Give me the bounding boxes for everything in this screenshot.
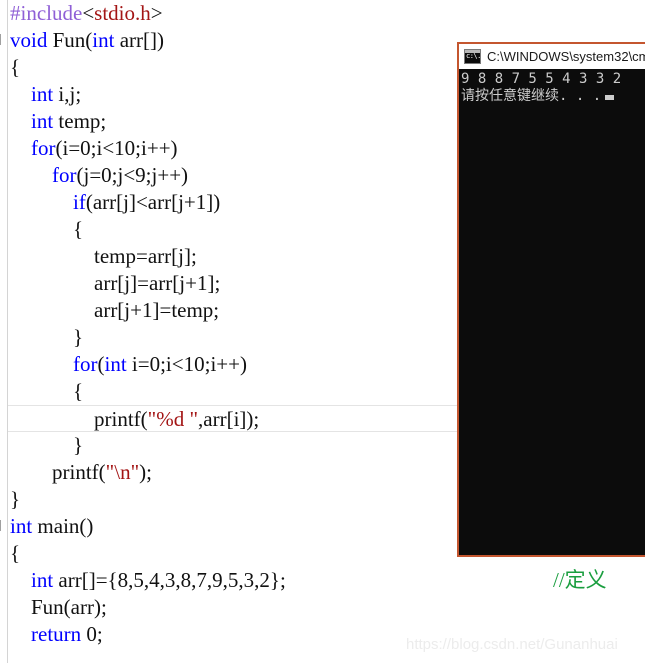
code-token-str: "%d " xyxy=(147,407,199,431)
code-line[interactable]: return 0; xyxy=(0,621,645,648)
code-token-pln: } xyxy=(10,487,21,511)
code-token-kw: for xyxy=(10,163,77,187)
code-token-pln: Fun(arr); xyxy=(10,595,107,619)
code-token-pln: { xyxy=(10,541,21,565)
console-output-line: 9 8 8 7 5 5 4 3 3 2 xyxy=(461,71,645,88)
code-token-pln: < xyxy=(82,1,95,25)
code-token-pln: arr[]) xyxy=(114,28,164,52)
console-output-line: 请按任意键继续. . . xyxy=(461,88,645,105)
code-token-pln: { xyxy=(10,379,84,403)
cmd-icon xyxy=(464,49,481,64)
code-token-pln: > xyxy=(150,1,163,25)
code-token-kw: return xyxy=(10,622,82,646)
code-token-pln: 0; xyxy=(81,622,103,646)
code-token-pln: (j=0;j<9;j++) xyxy=(76,163,189,187)
code-token-pln: { xyxy=(10,217,84,241)
code-token-pln: (arr[j]<arr[j+1]) xyxy=(85,190,221,214)
console-window[interactable]: C:\WINDOWS\system32\cm 9 8 8 7 5 5 4 3 3… xyxy=(457,42,645,557)
code-token-pln: ); xyxy=(139,460,152,484)
code-token-kw: int xyxy=(104,352,127,376)
code-token-kw: void xyxy=(10,28,48,52)
code-token-pre: #include xyxy=(10,1,83,25)
code-token-kw: for xyxy=(10,352,98,376)
code-token-pln: Fun( xyxy=(47,28,93,52)
code-token-kw: for xyxy=(10,136,56,160)
code-token-kw: if xyxy=(10,190,86,214)
code-token-kw: int xyxy=(10,109,54,133)
code-line[interactable]: Fun(arr); xyxy=(0,594,645,621)
code-token-pln: printf( xyxy=(10,407,148,431)
code-token-kw: int xyxy=(10,82,54,106)
code-token-kw: int xyxy=(10,514,33,538)
code-token-pln: arr[j+1]=temp; xyxy=(10,298,220,322)
code-token-pln: { xyxy=(10,55,21,79)
console-titlebar[interactable]: C:\WINDOWS\system32\cm xyxy=(459,44,645,69)
collapse-toggle-icon[interactable] xyxy=(0,34,1,45)
code-token-pln: ( xyxy=(97,352,105,376)
code-token-pln: } xyxy=(10,325,84,349)
code-token-pln: (i=0;i<10;i++) xyxy=(55,136,178,160)
code-token-pln: printf( xyxy=(10,460,106,484)
code-line[interactable]: int arr[]={8,5,4,3,8,7,9,5,3,2}; //定义 xyxy=(0,567,645,594)
code-token-pln: i=0;i<10;i++) xyxy=(126,352,247,376)
code-line[interactable]: #include<stdio.h> xyxy=(0,0,645,27)
code-token-kw: int xyxy=(10,568,54,592)
code-token-hdr: stdio.h xyxy=(94,1,151,25)
code-token-pln: arr[j]=arr[j+1]; xyxy=(10,271,221,295)
code-token-pln: arr[]={8,5,4,3,8,7,9,5,3,2}; xyxy=(53,568,286,592)
code-token-pln: main() xyxy=(32,514,94,538)
code-token-pln: ,arr[i]); xyxy=(198,407,260,431)
code-token-pln: i,j; xyxy=(53,82,82,106)
code-token-kw: int xyxy=(92,28,115,52)
console-line-text: 9 8 8 7 5 5 4 3 3 2 xyxy=(461,71,622,87)
console-cursor xyxy=(605,95,615,100)
console-title-text: C:\WINDOWS\system32\cm xyxy=(487,49,645,64)
console-line-text: 请按任意键继续. . . xyxy=(461,88,602,104)
code-token-pln: temp; xyxy=(53,109,107,133)
code-token-pln: temp=arr[j]; xyxy=(10,244,197,268)
inline-comment: //定义 xyxy=(553,568,607,592)
collapse-toggle-icon[interactable] xyxy=(0,520,1,531)
code-token-pln: } xyxy=(10,433,84,457)
console-output-area[interactable]: 9 8 8 7 5 5 4 3 3 2 请按任意键继续. . . xyxy=(459,69,645,555)
code-token-str: "\n" xyxy=(105,460,140,484)
